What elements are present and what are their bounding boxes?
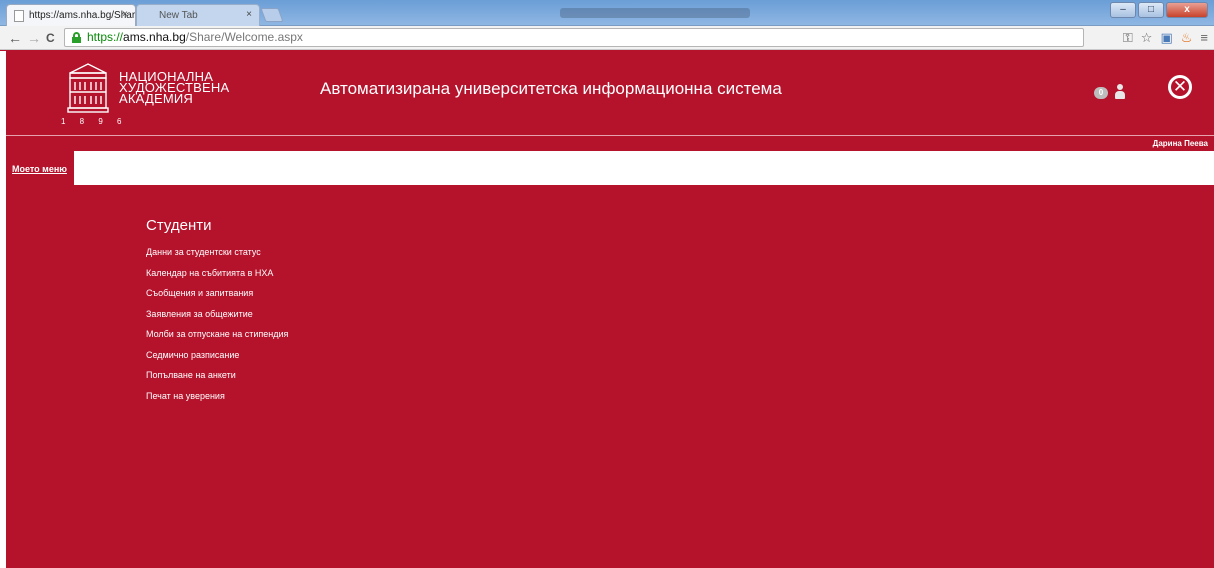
my-menu-link[interactable]: Моето меню [12, 164, 67, 174]
user-icon[interactable] [1114, 84, 1126, 100]
key-icon[interactable]: ⚿ [1123, 30, 1133, 45]
page-icon [14, 10, 24, 22]
window-title-blurred [560, 8, 750, 18]
browser-toolbar: ← → C https://ams.nha.bg/Share/Welcome.a… [0, 26, 1214, 50]
menu-strip: Моето меню [6, 151, 1214, 185]
logout-close-icon[interactable]: ✕ [1168, 75, 1192, 99]
url-scheme: https:// [87, 30, 124, 44]
forward-icon[interactable]: → [27, 30, 41, 46]
app-header: 1 8 9 6 НАЦИОНАЛНА ХУДОЖЕСТВЕНА АКАДЕМИЯ… [6, 51, 1214, 136]
academy-logo-icon [67, 63, 109, 113]
menu-bar-area [74, 151, 1214, 185]
notification-badge[interactable]: 0 [1094, 87, 1108, 99]
close-window-button[interactable]: x [1166, 2, 1208, 18]
lock-icon [72, 32, 81, 43]
logo-year: 1 8 9 6 [61, 117, 128, 126]
extension-icons: ⚿ ☆ ▣ ♨ ≡ [1123, 30, 1208, 45]
browser-tab-strip: https://ams.nha.bg/Share × New Tab × – □… [0, 0, 1214, 26]
students-links: Данни за студентски статус Календар на с… [146, 247, 288, 411]
tab-close-icon[interactable]: × [122, 9, 128, 20]
url-host: ams.nha.bg [123, 30, 186, 44]
star-icon[interactable]: ☆ [1141, 30, 1153, 45]
students-section: Студенти Данни за студентски статус Кале… [146, 217, 288, 411]
academy-name: НАЦИОНАЛНА ХУДОЖЕСТВЕНА АКАДЕМИЯ [119, 69, 230, 106]
window-controls: – □ x [1110, 2, 1208, 18]
address-bar[interactable]: https://ams.nha.bg/Share/Welcome.aspx [64, 28, 1084, 47]
flame-icon[interactable]: ♨ [1181, 30, 1193, 45]
back-icon[interactable]: ← [8, 30, 22, 46]
link-student-status[interactable]: Данни за студентски статус [146, 247, 288, 268]
link-dormitory-applications[interactable]: Заявления за общежитие [146, 309, 288, 330]
user-name: Дарина Пеева [1152, 139, 1208, 148]
reload-icon[interactable]: C [46, 30, 55, 46]
minimize-button[interactable]: – [1110, 2, 1136, 18]
link-print-certificates[interactable]: Печат на уверения [146, 391, 288, 412]
url-path: /Share/Welcome.aspx [185, 30, 303, 44]
link-scholarship-requests[interactable]: Молби за отпускане на стипендия [146, 329, 288, 350]
menu-icon[interactable]: ≡ [1200, 30, 1208, 45]
tab-close-icon[interactable]: × [246, 9, 252, 20]
link-weekly-schedule[interactable]: Седмично разписание [146, 350, 288, 371]
tab-title: https://ams.nha.bg/Share [29, 10, 136, 21]
new-tab-button[interactable] [260, 8, 284, 22]
extension-icon[interactable]: ▣ [1160, 30, 1172, 45]
link-surveys[interactable]: Попълване на анкети [146, 370, 288, 391]
link-messages[interactable]: Съобщения и запитвания [146, 288, 288, 309]
maximize-button[interactable]: □ [1138, 2, 1164, 18]
link-events-calendar[interactable]: Календар на събитията в НХА [146, 268, 288, 289]
page-title: Автоматизирана университетска информацио… [320, 79, 782, 98]
tab-title: New Tab [159, 10, 198, 21]
browser-tab-new[interactable]: New Tab × [136, 4, 260, 26]
section-title: Студенти [146, 217, 212, 234]
browser-tab-active[interactable]: https://ams.nha.bg/Share × [6, 4, 136, 26]
